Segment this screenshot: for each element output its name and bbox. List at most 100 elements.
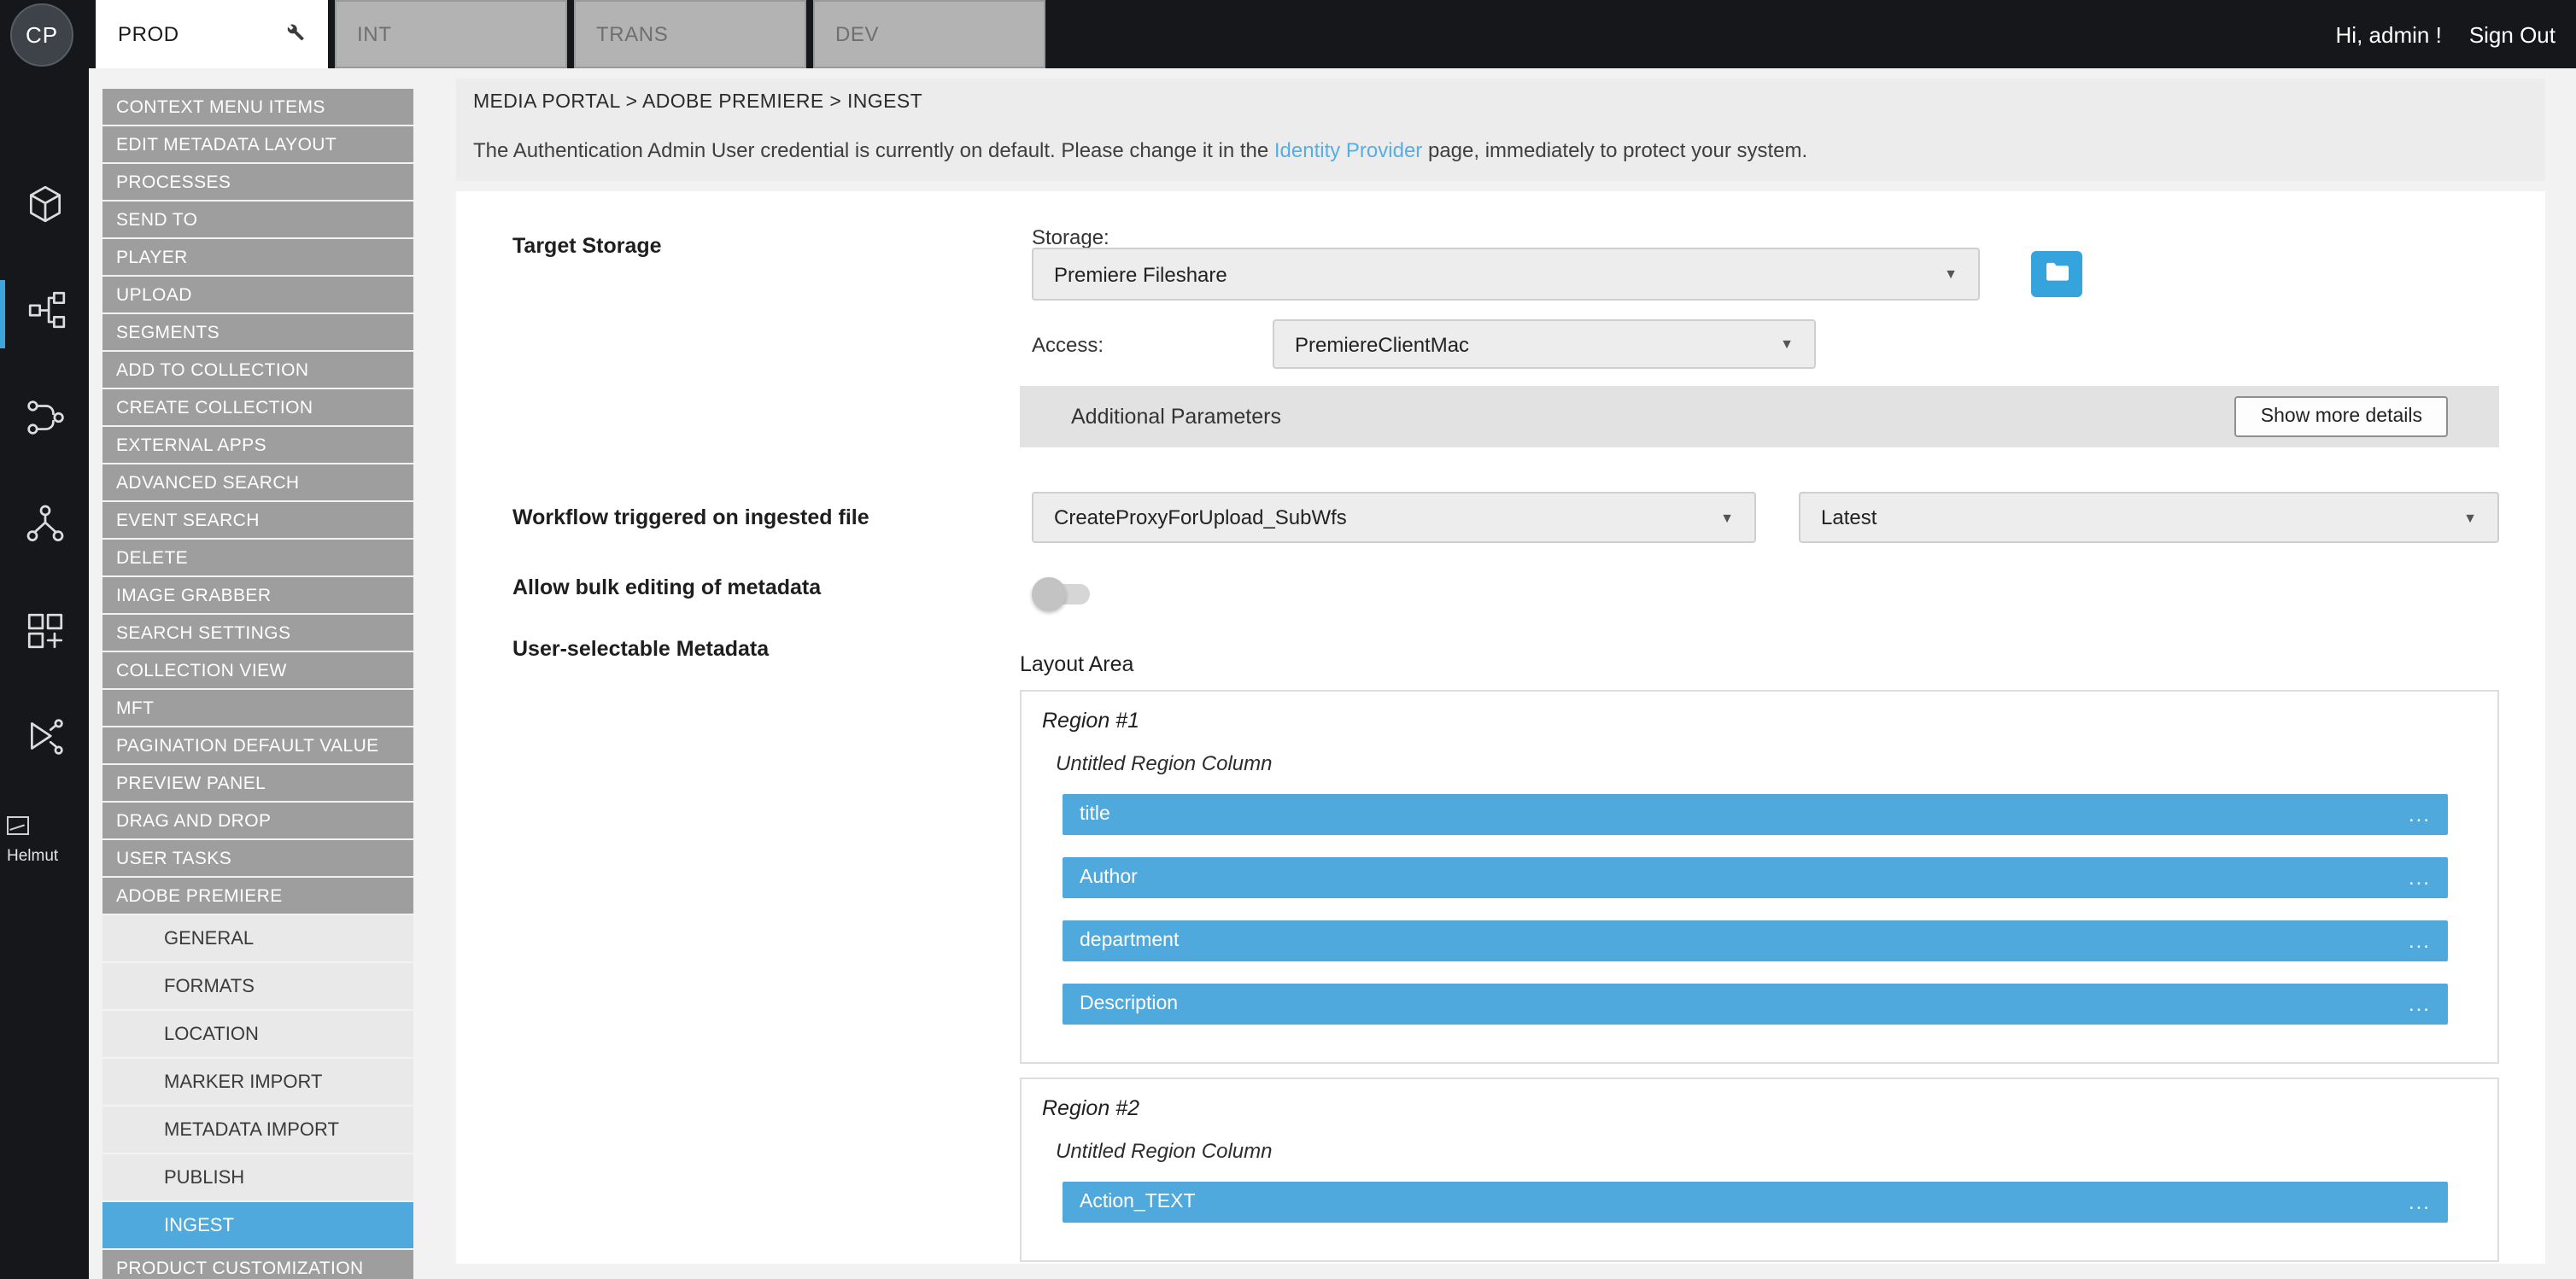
- metadata-field-title[interactable]: title...: [1063, 794, 2448, 835]
- sidebar-subitem-general[interactable]: GENERAL: [102, 915, 413, 961]
- metadata-field-department[interactable]: department...: [1063, 920, 2448, 961]
- metadata-field-label: Description: [1080, 994, 1178, 1014]
- tab-prod[interactable]: PROD: [96, 0, 328, 68]
- play-nodes-icon: [23, 715, 66, 767]
- sidebar-item-drag-and-drop[interactable]: DRAG AND DROP: [102, 803, 413, 838]
- sidebar-item-processes[interactable]: PROCESSES: [102, 164, 413, 200]
- sidebar-subitem-formats[interactable]: FORMATS: [102, 963, 413, 1009]
- icon-rail: Helmut: [0, 68, 89, 1279]
- show-more-details-button[interactable]: Show more details: [2235, 396, 2448, 437]
- sidebar-item-advanced-search[interactable]: ADVANCED SEARCH: [102, 464, 413, 500]
- sidebar-subitem-location[interactable]: LOCATION: [102, 1011, 413, 1057]
- sidebar-item-edit-metadata-layout[interactable]: EDIT METADATA LAYOUT: [102, 126, 413, 162]
- region-column-title: Untitled Region Column: [1056, 1139, 2477, 1165]
- sidebar-item-adobe-premiere[interactable]: ADOBE PREMIERE: [102, 878, 413, 914]
- options-ellipsis-icon[interactable]: ...: [2409, 932, 2431, 949]
- sidebar-item-upload[interactable]: UPLOAD: [102, 277, 413, 312]
- avatar[interactable]: CP: [10, 3, 73, 67]
- options-ellipsis-icon[interactable]: ...: [2409, 806, 2431, 823]
- sidebar-item-delete[interactable]: DELETE: [102, 540, 413, 575]
- rail-nav-item-3[interactable]: [0, 388, 89, 456]
- metadata-field-label: department: [1080, 931, 1179, 951]
- flowchart-icon: [26, 289, 68, 340]
- additional-parameters-bar: Additional Parameters Show more details: [1020, 386, 2499, 447]
- sidebar-item-context-menu-items[interactable]: CONTEXT MENU ITEMS: [102, 89, 413, 125]
- sidebar-item-collection-view[interactable]: COLLECTION VIEW: [102, 652, 413, 688]
- tab-dev-label: DEV: [835, 22, 879, 46]
- sidebar-item-external-apps[interactable]: EXTERNAL APPS: [102, 427, 413, 463]
- sidebar-item-mft[interactable]: MFT: [102, 690, 413, 726]
- app-root: CP PROD INT TRANS DEV Hi, admin ! Sign O…: [0, 0, 2576, 1279]
- metadata-field-author[interactable]: Author...: [1063, 857, 2448, 898]
- workflow-dropdown-value: CreateProxyForUpload_SubWfs: [1054, 505, 1347, 529]
- sidebar-item-add-to-collection[interactable]: ADD TO COLLECTION: [102, 352, 413, 388]
- grid-icon: [23, 610, 66, 661]
- topbar: CP PROD INT TRANS DEV Hi, admin ! Sign O…: [0, 0, 2576, 68]
- access-dropdown-value: PremiereClientMac: [1295, 332, 1469, 356]
- notice-text-before: The Authentication Admin User credential…: [473, 138, 1274, 162]
- metadata-field-action-text[interactable]: Action_TEXT...: [1063, 1182, 2448, 1223]
- tab-int[interactable]: INT: [335, 0, 567, 68]
- storage-label: Storage:: [1032, 225, 1109, 249]
- tab-trans[interactable]: TRANS: [574, 0, 806, 68]
- sidebar-item-create-collection[interactable]: CREATE COLLECTION: [102, 389, 413, 425]
- user-selectable-metadata-label: User-selectable Metadata: [512, 637, 769, 661]
- metadata-field-label: Author: [1080, 867, 1138, 888]
- sidebar-item-preview-panel[interactable]: PREVIEW PANEL: [102, 765, 413, 801]
- layout-area: Region #1Untitled Region Columntitle...A…: [1020, 690, 2499, 1276]
- sidebar-subitem-publish[interactable]: PUBLISH: [102, 1154, 413, 1200]
- chevron-down-icon: ▼: [1780, 336, 1794, 352]
- identity-provider-link[interactable]: Identity Provider: [1274, 138, 1422, 162]
- workflow-dropdown[interactable]: CreateProxyForUpload_SubWfs ▼: [1032, 492, 1756, 543]
- sidebar-item-segments[interactable]: SEGMENTS: [102, 314, 413, 350]
- sidebar-subitem-ingest[interactable]: INGEST: [102, 1202, 413, 1248]
- rail-nav-item-6[interactable]: [0, 707, 89, 775]
- sidebar-item-event-search[interactable]: EVENT SEARCH: [102, 502, 413, 538]
- sidebar: CONTEXT MENU ITEMSEDIT METADATA LAYOUTPR…: [102, 89, 413, 1279]
- storage-dropdown-value: Premiere Fileshare: [1054, 262, 1227, 286]
- storage-dropdown[interactable]: Premiere Fileshare ▼: [1032, 248, 1980, 301]
- sidebar-item-search-settings[interactable]: SEARCH SETTINGS: [102, 615, 413, 651]
- tab-int-label: INT: [357, 22, 391, 46]
- broken-image-icon: [7, 816, 29, 835]
- sidebar-subitem-metadata-import[interactable]: METADATA IMPORT: [102, 1107, 413, 1153]
- rail-nav-item-4[interactable]: [0, 493, 89, 562]
- access-dropdown[interactable]: PremiereClientMac ▼: [1273, 319, 1816, 369]
- access-label: Access:: [1032, 333, 1104, 357]
- metadata-field-description[interactable]: Description...: [1063, 984, 2448, 1025]
- tab-dev[interactable]: DEV: [813, 0, 1045, 68]
- workflow-label: Workflow triggered on ingested file: [512, 505, 869, 529]
- browse-folder-button[interactable]: [2031, 251, 2082, 297]
- sign-out-link[interactable]: Sign Out: [2469, 21, 2556, 47]
- sidebar-item-player[interactable]: PLAYER: [102, 239, 413, 275]
- environment-tabs: PROD INT TRANS DEV: [96, 0, 1045, 68]
- wrench-icon: [284, 20, 306, 48]
- ingest-settings-card: Target Storage Storage: Premiere Filesha…: [456, 191, 2545, 1264]
- sidebar-item-product-customization[interactable]: PRODUCT CUSTOMIZATION: [102, 1250, 413, 1279]
- metadata-region: Region #2Untitled Region ColumnAction_TE…: [1020, 1078, 2499, 1262]
- metadata-region: Region #1Untitled Region Columntitle...A…: [1020, 690, 2499, 1064]
- metadata-field-label: Action_TEXT: [1080, 1192, 1196, 1212]
- tab-prod-label: PROD: [118, 22, 179, 46]
- sidebar-item-send-to[interactable]: SEND TO: [102, 201, 413, 237]
- region-title: Region #1: [1042, 709, 2477, 734]
- sidebar-subitem-marker-import[interactable]: MARKER IMPORT: [102, 1059, 413, 1105]
- breadcrumb: MEDIA PORTAL > ADOBE PREMIERE > INGEST: [473, 92, 922, 113]
- options-ellipsis-icon[interactable]: ...: [2409, 996, 2431, 1013]
- metadata-field-label: title: [1080, 804, 1110, 825]
- target-storage-label: Target Storage: [512, 234, 662, 258]
- sidebar-item-user-tasks[interactable]: USER TASKS: [102, 840, 413, 876]
- toggle-knob: [1032, 577, 1066, 611]
- hierarchy-icon: [23, 502, 66, 553]
- rail-nav-item-2[interactable]: [0, 280, 89, 348]
- workflow-version-dropdown[interactable]: Latest ▼: [1799, 492, 2499, 543]
- bulk-edit-toggle[interactable]: [1032, 577, 1097, 611]
- options-ellipsis-icon[interactable]: ...: [2409, 869, 2431, 886]
- sidebar-item-image-grabber[interactable]: IMAGE GRABBER: [102, 577, 413, 613]
- options-ellipsis-icon[interactable]: ...: [2409, 1194, 2431, 1211]
- rail-nav-item-5[interactable]: [0, 601, 89, 669]
- rail-nav-item-1[interactable]: [0, 174, 89, 242]
- broken-image-helmut[interactable]: Helmut: [7, 816, 58, 869]
- sidebar-item-pagination-default-value[interactable]: PAGINATION DEFAULT VALUE: [102, 727, 413, 763]
- notice-text-after: page, immediately to protect your system…: [1422, 138, 1807, 162]
